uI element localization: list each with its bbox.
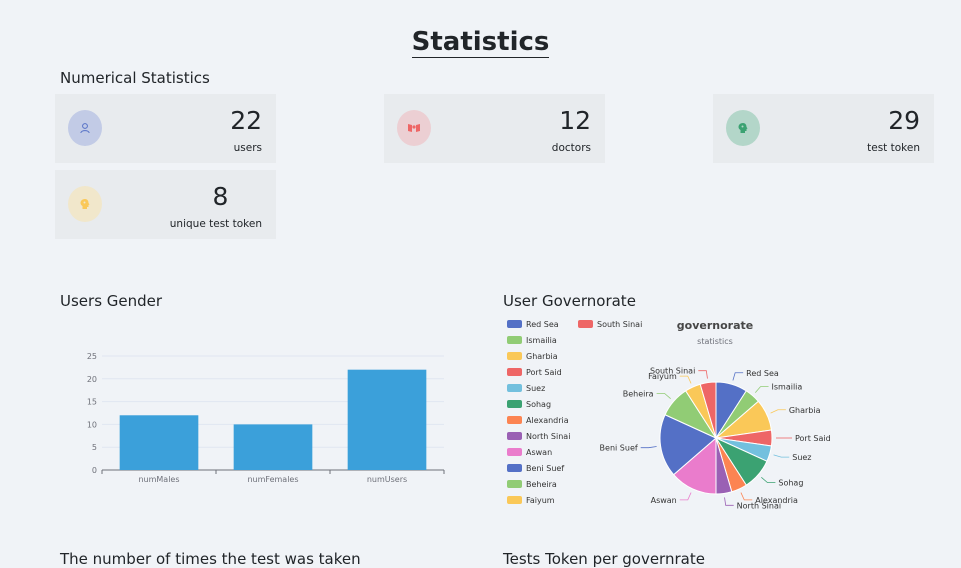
- legend-swatch[interactable]: [507, 336, 522, 344]
- stat-card-unique-test-token: 8 unique test token: [55, 170, 276, 239]
- legend-label[interactable]: North Sinai: [526, 432, 570, 441]
- stat-label: doctors: [551, 142, 591, 154]
- pie-label-line: [770, 409, 786, 414]
- y-tick-label: 20: [87, 375, 97, 384]
- pie-label-line: [761, 476, 776, 483]
- doctor-icon: [397, 110, 431, 146]
- x-tick-label: numMales: [138, 475, 179, 484]
- bar-numFemales[interactable]: [233, 424, 313, 470]
- legend-swatch[interactable]: [507, 352, 522, 360]
- numerical-statistics-heading: Numerical Statistics: [60, 69, 210, 87]
- tests-per-governorate-heading: Tests Token per governrate: [503, 550, 705, 568]
- legend-label[interactable]: Faiyum: [526, 496, 555, 505]
- legend-swatch[interactable]: [507, 368, 522, 376]
- legend-swatch[interactable]: [507, 448, 522, 456]
- legend-label[interactable]: Beheira: [526, 480, 557, 489]
- legend-swatch[interactable]: [507, 496, 522, 504]
- legend-label[interactable]: South Sinai: [597, 320, 642, 329]
- pie-subtitle: statistics: [697, 337, 733, 346]
- page-title: Statistics: [0, 27, 961, 58]
- legend-label[interactable]: Beni Suef: [526, 464, 564, 473]
- pie-label-line: [724, 497, 734, 506]
- y-tick-label: 0: [92, 466, 97, 475]
- legend-swatch[interactable]: [578, 320, 593, 328]
- stat-value: 29: [888, 106, 920, 135]
- y-tick-label: 5: [92, 443, 97, 452]
- legend-swatch[interactable]: [507, 464, 522, 472]
- pie-label: Beni Suef: [600, 444, 638, 453]
- pie-label-line: [656, 393, 671, 400]
- legend-label[interactable]: Red Sea: [526, 320, 559, 329]
- users-gender-bar-chart: 0 5 10 15 20 25 numMales numFemales numUsers: [87, 352, 445, 484]
- pie-label: Ismailia: [772, 383, 803, 392]
- y-tick-label: 10: [87, 420, 97, 429]
- legend-swatch[interactable]: [507, 400, 522, 408]
- y-tick-label: 15: [87, 398, 97, 407]
- stat-card-users: 22 users: [55, 94, 276, 163]
- legend-label[interactable]: Ismailia: [526, 336, 557, 345]
- legend-swatch[interactable]: [507, 480, 522, 488]
- brain-icon: [726, 110, 760, 146]
- stat-label: users: [233, 142, 262, 154]
- pie-label: Beheira: [623, 389, 654, 398]
- stat-value: 8: [212, 182, 229, 211]
- legend-swatch[interactable]: [507, 416, 522, 424]
- legend-label[interactable]: Gharbia: [526, 352, 558, 361]
- pie-label: Gharbia: [789, 406, 821, 415]
- stat-card-test-token: 29 test token: [713, 94, 934, 163]
- x-tick-label: numFemales: [247, 475, 298, 484]
- pie-label: Red Sea: [746, 369, 779, 378]
- stat-value: 22: [230, 106, 262, 135]
- users-gender-heading: Users Gender: [60, 292, 163, 310]
- pie-label-line: [754, 386, 769, 393]
- legend-label[interactable]: Sohag: [526, 400, 551, 409]
- user-icon: [68, 110, 102, 146]
- pie-label-line: [679, 375, 692, 384]
- times-test-taken-heading: The number of times the test was taken: [60, 550, 361, 568]
- pie-label-line: [732, 372, 744, 381]
- y-tick-label: 25: [87, 352, 97, 361]
- page-title-text: Statistics: [411, 27, 550, 58]
- legend-label[interactable]: Port Said: [526, 368, 562, 377]
- pie-label: Sohag: [778, 479, 803, 488]
- bar-numUsers[interactable]: [347, 369, 427, 470]
- legend-swatch[interactable]: [507, 320, 522, 328]
- pie-label-line: [698, 370, 708, 379]
- legend-label[interactable]: Aswan: [526, 448, 552, 457]
- stat-value: 12: [559, 106, 591, 135]
- legend-label[interactable]: Alexandria: [526, 416, 569, 425]
- stat-card-doctors: 12 doctors: [384, 94, 605, 163]
- bar-numMales[interactable]: [119, 415, 199, 470]
- legend-label[interactable]: Suez: [526, 384, 545, 393]
- pie-title: governorate: [677, 319, 753, 332]
- legend-swatch[interactable]: [507, 432, 522, 440]
- pie-label-line: [773, 454, 790, 458]
- stat-label: test token: [867, 142, 920, 154]
- stat-label: unique test token: [169, 218, 262, 230]
- x-tick-label: numUsers: [367, 475, 407, 484]
- user-governorate-heading: User Governorate: [503, 292, 636, 310]
- pie-label-line: [740, 492, 753, 501]
- pie-label: Suez: [792, 453, 811, 462]
- pie-label-line: [679, 492, 692, 501]
- pie-label: Aswan: [651, 496, 677, 505]
- user-governorate-pie-chart: Red Sea Ismailia Gharbia Port Said Suez Sohag…: [507, 319, 831, 510]
- pie-label: Port Said: [795, 434, 831, 443]
- pie-label-line: [640, 446, 657, 449]
- pie-label: South Sinai: [650, 367, 695, 376]
- legend-swatch[interactable]: [507, 384, 522, 392]
- pie-label: North Sinai: [737, 501, 781, 510]
